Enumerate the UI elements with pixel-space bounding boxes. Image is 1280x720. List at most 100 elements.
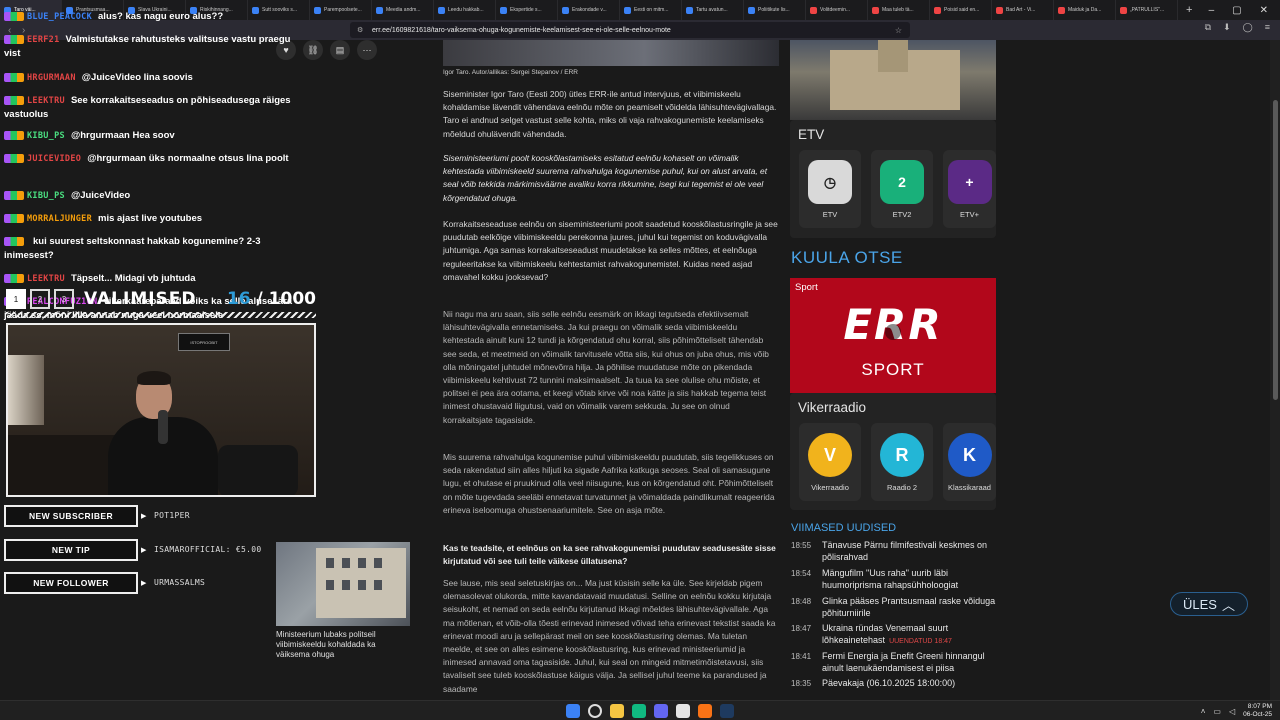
tab-favicon-icon	[748, 6, 755, 14]
news-headline[interactable]: Päevakaja (06.10.2025 18:00:00)	[822, 678, 955, 688]
tab-label: Taro väi...	[14, 7, 36, 13]
tab-label: Ekspertide s...	[510, 7, 542, 13]
news-time: 18:54	[791, 569, 812, 578]
related-article-image[interactable]	[276, 542, 410, 626]
scroll-up-button[interactable]: ÜLES ︿	[1170, 592, 1248, 616]
share-icon[interactable]: ⋯	[357, 40, 377, 60]
tab-label: Sutt sooviks s...	[262, 7, 298, 13]
browser-tab[interactable]: Tartu avatun...	[682, 0, 744, 20]
tab-favicon-icon	[376, 6, 383, 14]
scrollbar-thumb[interactable]	[1273, 100, 1278, 400]
volume-icon[interactable]: ◁	[1229, 707, 1235, 716]
tab-strip: Taro väi... Prantsusmaa... Slava Ukraini..…	[0, 0, 1280, 20]
tab-favicon-icon	[562, 6, 569, 14]
steam-icon[interactable]	[720, 704, 734, 718]
radio-klassikaraadio[interactable]: K Klassikaraad	[943, 423, 996, 501]
browser-tab[interactable]: Parempoolsete...	[310, 0, 372, 20]
forward-icon[interactable]: ›	[22, 25, 25, 36]
news-headline[interactable]: Fermi Energia ja Enefit Greeni hinnangul…	[822, 651, 985, 673]
network-icon[interactable]: ▭	[1213, 707, 1221, 716]
article-question: Kas te teadsite, et eelnõus on ka see ra…	[443, 543, 776, 567]
taskbar-apps	[566, 704, 734, 718]
clock[interactable]: 8:07 PM 06-Oct-25	[1243, 703, 1272, 719]
tab-favicon-icon	[686, 6, 693, 14]
kuula-otse-heading: KUULA OTSE	[791, 248, 903, 267]
news-headline[interactable]: Tänavuse Pärnu filmifestivali keskmes on…	[822, 540, 987, 562]
tab-label: Riskihinnang...	[200, 7, 233, 13]
err-sport-player[interactable]: Sport ERR SPORT	[790, 278, 996, 393]
address-bar[interactable]: ⚙ err.ee/1609821618/taro-vaiksema-ohuga-…	[350, 22, 910, 38]
browser-tab[interactable]: Riskihinnang...	[186, 0, 248, 20]
article-photo	[443, 40, 779, 66]
account-icon[interactable]: ◯	[1243, 22, 1253, 33]
browser-tab[interactable]: Taro väi...	[0, 0, 62, 20]
search-icon[interactable]	[588, 704, 602, 718]
tab-favicon-icon	[438, 6, 445, 14]
brave-icon[interactable]	[698, 704, 712, 718]
article-paragraph: Siseminister Igor Taro (Eesti 200) ütles…	[443, 89, 777, 139]
browser-tab[interactable]: Eesti on mitm...	[620, 0, 682, 20]
tab-favicon-icon	[190, 6, 197, 14]
browser-tab[interactable]: Ekspertide s...	[496, 0, 558, 20]
obs-icon[interactable]	[676, 704, 690, 718]
channel-etv2[interactable]: 2 ETV2	[871, 150, 933, 228]
channel-etv-plus[interactable]: + ETV+	[943, 150, 996, 228]
tab-favicon-icon	[624, 6, 631, 14]
scrollbar[interactable]	[1270, 40, 1280, 700]
new-tab-button[interactable]: +	[1178, 4, 1200, 16]
browser-tab[interactable]: Bad Art - Vi...	[992, 0, 1054, 20]
menu-icon[interactable]: ≡	[1265, 22, 1270, 33]
browser-tab[interactable]: Volitdeemin...	[806, 0, 868, 20]
url-text[interactable]: err.ee/1609821618/taro-vaiksema-ohuga-ko…	[372, 27, 671, 34]
browser-tab[interactable]: Leedu hakkab...	[434, 0, 496, 20]
scroll-up-label: ÜLES	[1183, 596, 1217, 612]
related-article-title[interactable]: Ministeerium lubaks politseil viibimiske…	[276, 630, 410, 660]
print-icon[interactable]: ▤	[330, 40, 350, 60]
news-headline[interactable]: Mängufilm "Uus raha" uurib läbi huumorip…	[822, 568, 958, 590]
news-headline[interactable]: Glinka pääses Prantsusmaal raske võiduga…	[822, 596, 995, 618]
screen: Taro väi... Prantsusmaa... Slava Ukraini..…	[0, 0, 1280, 720]
browser-tab[interactable]: „PATRULLIS"...	[1116, 0, 1178, 20]
vikerraadio-title: Vikerraadio	[798, 400, 867, 415]
site-info-icon[interactable]: ⚙	[357, 26, 363, 34]
back-icon[interactable]: ‹	[8, 25, 11, 36]
radio-label: Raadio 2	[886, 483, 918, 492]
tab-favicon-icon	[1120, 6, 1127, 14]
downloads-icon[interactable]: ⬇	[1223, 22, 1231, 33]
start-icon[interactable]	[566, 704, 580, 718]
browser-tab[interactable]: Poisid said en...	[930, 0, 992, 20]
browser-tab[interactable]: Meedia andm...	[372, 0, 434, 20]
file-explorer-icon[interactable]	[610, 704, 624, 718]
favorite-icon[interactable]: ♥	[276, 40, 296, 60]
browser-tab[interactable]: Slava Ukraini...	[124, 0, 186, 20]
browser-tab[interactable]: Prantsusmaa...	[62, 0, 124, 20]
taskbar: ˄ ▭ ◁ 8:07 PM 06-Oct-25	[0, 700, 1280, 720]
browser-tab[interactable]: Sutt sooviks s...	[248, 0, 310, 20]
top-news-image[interactable]	[790, 40, 996, 120]
etv-panel: ETV ◷ ETV 2 ETV2 + ETV+	[790, 120, 996, 238]
browser-tab[interactable]: Poliitikute lis...	[744, 0, 806, 20]
app-icon[interactable]	[632, 704, 646, 718]
browser-tab[interactable]: Maa tuleb tä...	[868, 0, 930, 20]
play-icon[interactable]	[885, 324, 901, 340]
channel-label: ETV	[822, 210, 838, 219]
article-paragraph: Siseministeeriumi poolt kooskõlastamisek…	[443, 153, 768, 203]
news-time: 18:55	[791, 541, 812, 550]
close-icon[interactable]: ✕	[1260, 5, 1268, 16]
channel-etv[interactable]: ◷ ETV	[799, 150, 861, 228]
etv2-logo-icon: 2	[880, 160, 924, 204]
maximize-icon[interactable]: ▢	[1232, 5, 1241, 16]
extensions-icon[interactable]: ⧉	[1205, 22, 1211, 33]
radio-raadio2[interactable]: R Raadio 2	[871, 423, 933, 501]
minimize-icon[interactable]: –	[1209, 5, 1215, 16]
photo-caption: Igor Taro. Autor/allikas: Sergei Stepano…	[443, 69, 579, 76]
tab-label: Prantsusmaa...	[76, 7, 110, 13]
chevron-up-icon[interactable]: ˄	[1201, 707, 1206, 716]
browser-tab[interactable]: Erakondade v...	[558, 0, 620, 20]
link-icon[interactable]: ⛓	[303, 40, 323, 60]
bookmark-star-icon[interactable]: ☆	[895, 26, 902, 35]
radio-vikerraadio[interactable]: V Vikerraadio	[799, 423, 861, 501]
discord-icon[interactable]	[654, 704, 668, 718]
browser-tab[interactable]: Maiduk ja Da...	[1054, 0, 1116, 20]
tab-label: Tartu avatun...	[696, 7, 728, 13]
